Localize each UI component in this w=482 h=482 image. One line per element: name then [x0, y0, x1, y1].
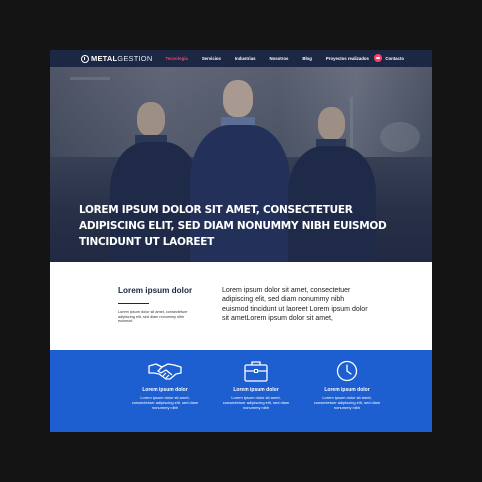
about-heading: Lorem ipsum dolor [118, 286, 193, 295]
feature-desc: Lorem ipsum dolor sit amet, consectetuer… [131, 395, 199, 410]
feature-card: Lorem ipsum dolor Lorem ipsum dolor sit … [221, 360, 291, 411]
heading-underline [118, 303, 149, 305]
contact-button[interactable]: Contacto [374, 54, 404, 62]
feature-card: Lorem ipsum dolor Lorem ipsum dolor sit … [130, 360, 200, 411]
logo-icon [81, 54, 89, 63]
feature-title: Lorem ipsum dolor [324, 387, 370, 393]
feature-desc: Lorem ipsum dolor sit amet, consectetuer… [313, 395, 381, 410]
feature-title: Lorem ipsum dolor [233, 387, 279, 393]
nav-item-tecnologia[interactable]: Tecnologia [165, 56, 187, 61]
nav-item-proyectos[interactable]: Proyectos realizados [326, 56, 369, 61]
about-paragraph: Lorem ipsum dolor sit amet, consectetuer… [222, 287, 368, 322]
clock-icon [330, 360, 364, 382]
briefcase-icon [239, 360, 273, 382]
nav-item-blog[interactable]: Blog [302, 56, 312, 61]
feature-title: Lorem ipsum dolor [142, 387, 188, 393]
mail-icon [374, 54, 383, 62]
nav-item-industrias[interactable]: Industrias [235, 56, 256, 61]
logo-text-light: GESTION [117, 54, 153, 63]
about-small-text: Lorem ipsum dolor sit amet, consectetuer… [118, 310, 188, 324]
handshake-icon [148, 360, 182, 382]
about-section: Lorem ipsum dolor Lorem ipsum dolor sit … [50, 262, 432, 350]
nav-item-nosotros[interactable]: Nosotros [269, 56, 288, 61]
top-navbar: METAL GESTION Tecnologia Servicios Indust… [50, 50, 432, 67]
background-pipe [70, 77, 110, 80]
logo[interactable]: METAL GESTION [81, 54, 152, 63]
hero-banner: LOREM IPSUM DOLOR SIT AMET, CONSECTETUER… [50, 67, 432, 262]
contact-label: Contacto [385, 55, 404, 61]
feature-desc: Lorem ipsum dolor sit amet, consectetuer… [222, 395, 290, 410]
logo-text-bold: METAL [91, 54, 118, 63]
feature-card: Lorem ipsum dolor Lorem ipsum dolor sit … [312, 360, 382, 411]
nav-menu: Tecnologia Servicios Industrias Nosotros… [165, 56, 382, 61]
nav-item-servicios[interactable]: Servicios [202, 56, 221, 61]
website-mockup: METAL GESTION Tecnologia Servicios Indust… [50, 50, 432, 432]
background-machine [380, 122, 420, 152]
features-section: Lorem ipsum dolor Lorem ipsum dolor sit … [50, 350, 432, 432]
hero-headline: LOREM IPSUM DOLOR SIT AMET, CONSECTETUER… [79, 204, 387, 248]
